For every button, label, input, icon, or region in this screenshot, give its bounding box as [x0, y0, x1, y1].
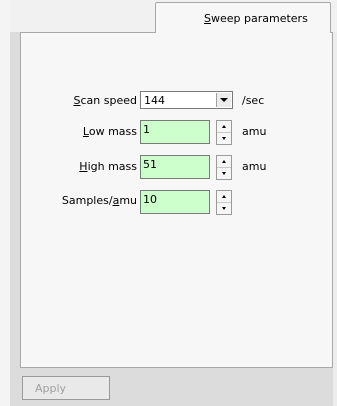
samples-per-amu-input[interactable]: 10	[140, 190, 210, 214]
scan-speed-select[interactable]: 144	[140, 91, 233, 109]
apply-button-label: Apply	[35, 382, 67, 395]
spin-up-icon[interactable]	[217, 156, 231, 168]
scan-speed-label-rest: can speed	[80, 94, 138, 107]
window-right-edge	[333, 32, 337, 406]
scan-speed-unit: /sec	[242, 94, 265, 107]
low-mass-label: Low mass	[83, 125, 137, 138]
scan-speed-value: 144	[144, 94, 165, 107]
spin-down-icon[interactable]	[217, 133, 231, 144]
high-mass-label: High mass	[79, 160, 137, 173]
low-mass-label-rest: ow mass	[88, 125, 137, 138]
chevron-down-icon[interactable]	[216, 93, 231, 107]
spin-down-icon[interactable]	[217, 203, 231, 214]
high-mass-value: 51	[143, 158, 157, 171]
scan-speed-hotkey: S	[73, 94, 81, 107]
samples-label-rest: mu	[119, 194, 137, 207]
tab-label: Sweep parameters	[204, 12, 308, 25]
samples-spinner[interactable]	[216, 190, 232, 215]
samples-per-amu-label: Samples/amu	[62, 194, 137, 207]
samples-value: 10	[143, 193, 157, 206]
spin-up-icon[interactable]	[217, 121, 231, 133]
spin-up-icon[interactable]	[217, 191, 231, 203]
high-mass-input[interactable]: 51	[140, 155, 210, 179]
tab-join	[156, 31, 330, 33]
tab-sweep-parameters[interactable]: Sweep parameters	[155, 2, 331, 33]
apply-button[interactable]: Apply	[22, 376, 110, 400]
high-mass-label-rest: igh mass	[87, 160, 137, 173]
high-mass-spinner[interactable]	[216, 155, 232, 180]
scan-speed-label: Scan speed	[74, 94, 137, 107]
high-mass-hotkey: H	[79, 160, 88, 173]
samples-label-pre: Samples/	[61, 194, 113, 207]
tab-label-hotkey: S	[204, 12, 211, 25]
low-mass-input[interactable]: 1	[140, 120, 210, 144]
window-left-edge	[0, 0, 10, 406]
low-mass-spinner[interactable]	[216, 120, 232, 145]
low-mass-value: 1	[143, 123, 150, 136]
tab-label-rest: weep parameters	[210, 12, 308, 25]
low-mass-unit: amu	[242, 125, 267, 138]
spin-down-icon[interactable]	[217, 168, 231, 179]
high-mass-unit: amu	[242, 160, 267, 173]
